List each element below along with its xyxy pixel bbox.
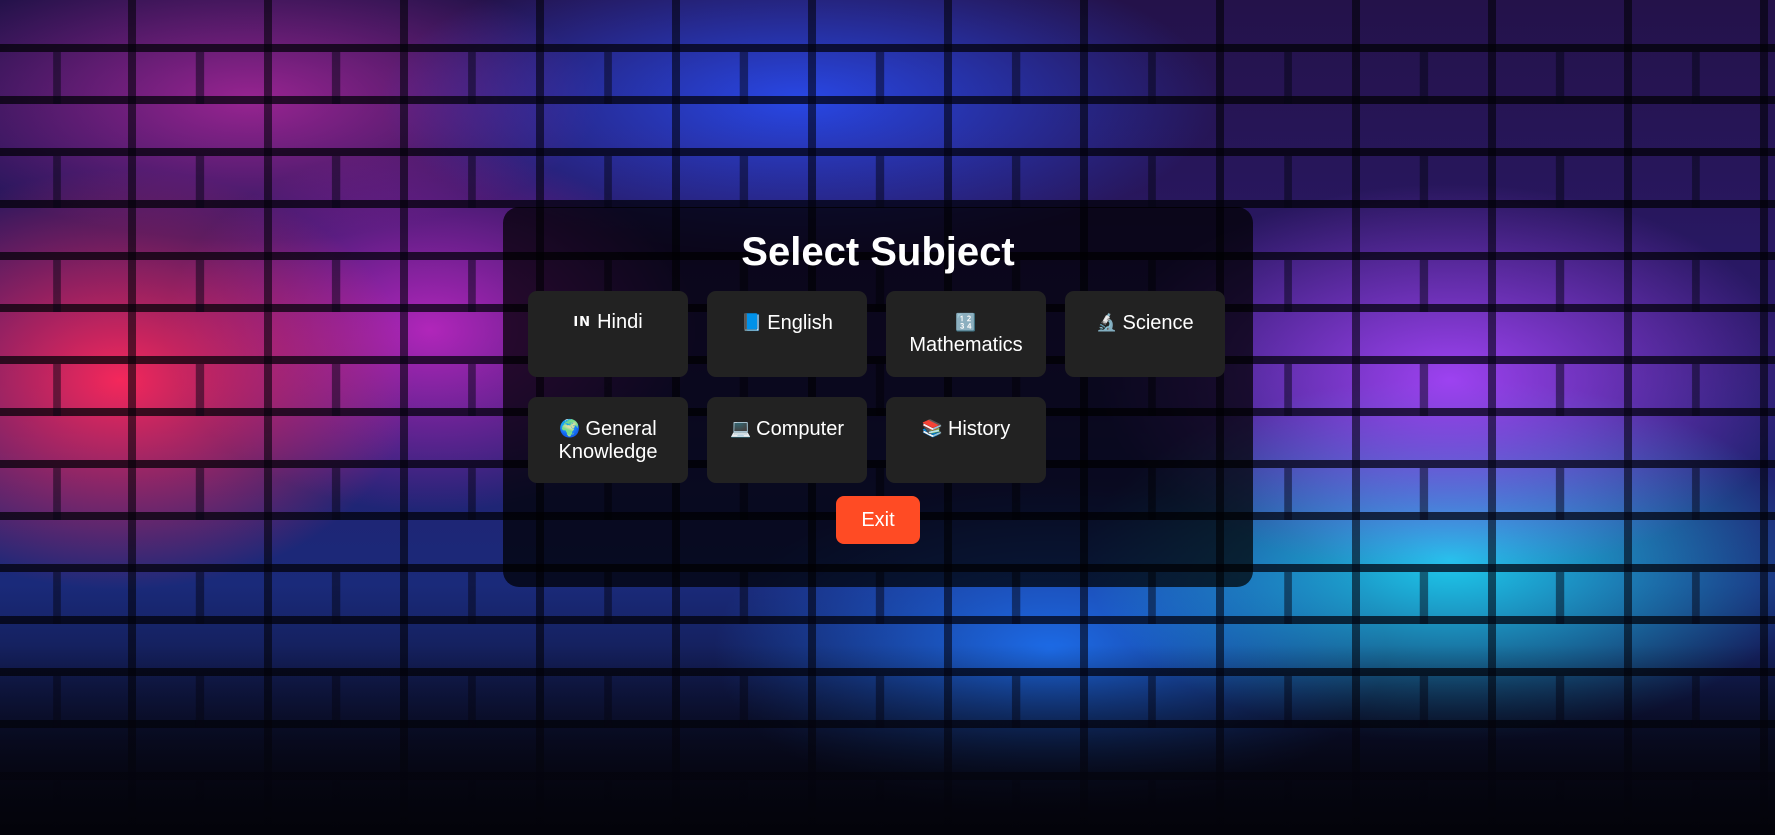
input-numbers-icon: 🔢 bbox=[955, 313, 977, 332]
subject-card-computer[interactable]: 💻 Computer bbox=[707, 397, 867, 483]
laptop-icon: 💻 bbox=[730, 419, 752, 438]
subject-label: Computer bbox=[756, 418, 844, 440]
subject-card-science[interactable]: 🔬 Science bbox=[1065, 291, 1225, 377]
blue-book-icon: 📘 bbox=[741, 313, 763, 332]
globe-icon: 🌍 bbox=[559, 419, 581, 438]
subject-grid: IN Hindi 📘 English 🔢 Mathematics 🔬 Science 🌍… bbox=[528, 291, 1228, 483]
books-icon: 📚 bbox=[921, 419, 943, 438]
subject-label: Science bbox=[1122, 312, 1194, 334]
subject-selection-panel: Select Subject IN Hindi 📘 English 🔢 Mathema… bbox=[503, 207, 1253, 587]
subject-label: History bbox=[947, 418, 1011, 440]
subject-card-mathematics[interactable]: 🔢 Mathematics bbox=[886, 291, 1046, 377]
subject-label: Mathematics bbox=[909, 334, 1023, 356]
exit-button[interactable]: Exit bbox=[836, 496, 920, 544]
microscope-icon: 🔬 bbox=[1096, 313, 1118, 332]
subject-label: Hindi bbox=[597, 311, 643, 333]
exit-container: Exit bbox=[528, 496, 1228, 544]
subject-card-hindi[interactable]: IN Hindi bbox=[528, 291, 688, 377]
subject-card-english[interactable]: 📘 English bbox=[707, 291, 867, 377]
india-flag-icon: IN bbox=[573, 315, 592, 330]
subject-card-history[interactable]: 📚 History bbox=[886, 397, 1046, 483]
subject-label: English bbox=[767, 312, 833, 334]
subject-card-general-knowledge[interactable]: 🌍 General Knowledge bbox=[528, 397, 688, 483]
page-title: Select Subject bbox=[741, 230, 1015, 274]
background-floor bbox=[0, 645, 1775, 835]
